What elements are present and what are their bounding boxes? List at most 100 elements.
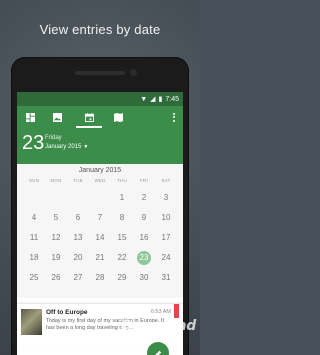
calendar-day-label: 30 xyxy=(139,273,149,282)
calendar-day[interactable]: 18 xyxy=(23,248,45,268)
calendar-day-label: 23 xyxy=(137,251,151,265)
dropdown-caret-icon: ▼ xyxy=(83,144,89,150)
calendar-day[interactable]: 23 xyxy=(133,248,155,268)
entry-title: Off to Europe xyxy=(46,309,88,316)
dashboard-icon xyxy=(25,112,35,122)
calendar-day-label: 14 xyxy=(95,233,105,242)
calendar-day[interactable]: 4 xyxy=(23,208,45,228)
status-time: 7:45 xyxy=(165,95,179,103)
selected-weekday: Friday xyxy=(45,135,62,141)
entry-time: 6:53 AM xyxy=(150,309,171,315)
calendar-day-label: 13 xyxy=(73,233,83,242)
map-icon xyxy=(113,112,123,122)
calendar-month-title: January 2015 xyxy=(78,167,122,174)
calendar-day-label: 10 xyxy=(161,213,171,222)
calendar-day-label: 24 xyxy=(161,253,171,262)
month-year-label: January 2015 xyxy=(45,144,82,150)
calendar-day[interactable]: 28 xyxy=(89,268,111,288)
calendar-day[interactable]: 21 xyxy=(89,248,111,268)
calendar-day[interactable]: 16 xyxy=(133,228,155,248)
calendar-day[interactable]: 17 xyxy=(155,228,177,248)
calendar-day-label: 22 xyxy=(117,253,127,262)
calendar-day[interactable]: 15 xyxy=(111,228,133,248)
calendar-day[interactable]: 14 xyxy=(89,228,111,248)
calendar-day[interactable]: 9 xyxy=(133,208,155,228)
calendar-day-label: 21 xyxy=(95,253,105,262)
phone-speaker xyxy=(75,71,125,75)
app-screen: ▼ ◢ ▮ 7:45 23 Friday January 2015 ▼ Janu… xyxy=(17,92,183,355)
calendar-day[interactable]: 7 xyxy=(89,208,111,228)
calendar-day-label: 7 xyxy=(97,213,103,222)
weekday-label: SAT xyxy=(161,178,171,183)
calendar-day[interactable]: 31 xyxy=(155,268,177,288)
tab-map[interactable] xyxy=(111,110,125,124)
calendar-day[interactable]: 19 xyxy=(45,248,67,268)
calendar-day[interactable]: 12 xyxy=(45,228,67,248)
calendar-empty-cell xyxy=(67,188,89,208)
weekday-header: SUN MON TUE WED THU FRI SAT xyxy=(23,178,177,183)
month-selector[interactable]: January 2015 ▼ xyxy=(45,144,88,150)
calendar-day-label: 5 xyxy=(53,213,59,222)
calendar-day[interactable]: 5 xyxy=(45,208,67,228)
calendar-empty-cell xyxy=(89,188,111,208)
calendar-day[interactable]: 8 xyxy=(111,208,133,228)
bookmark-flag-icon xyxy=(174,304,179,318)
calendar-day[interactable]: 25 xyxy=(23,268,45,288)
tab-calendar[interactable] xyxy=(82,110,96,124)
active-tab-indicator xyxy=(76,126,102,128)
calendar-day-label: 11 xyxy=(29,233,39,242)
calendar-day[interactable]: 2 xyxy=(133,188,155,208)
calendar-day-label: 1 xyxy=(119,193,125,202)
status-bar: ▼ ◢ ▮ 7:45 xyxy=(17,92,183,106)
calendar-day-label: 16 xyxy=(139,233,149,242)
calendar-week-row: 18 19 20 21 22 23 24 xyxy=(23,248,177,268)
calendar-day-label: 8 xyxy=(119,213,125,222)
weekday-label: THU xyxy=(117,178,127,183)
calendar-day-label: 25 xyxy=(29,273,39,282)
calendar-day-label: 20 xyxy=(73,253,83,262)
view-tabs xyxy=(17,106,183,128)
calendar-week-row: 1 2 3 xyxy=(23,188,177,208)
headline: View entries by date xyxy=(39,22,161,37)
weekday-label: FRI xyxy=(140,178,148,183)
calendar-day-label: 19 xyxy=(51,253,61,262)
calendar-day[interactable]: 26 xyxy=(45,268,67,288)
calendar-week-row: 4 5 6 7 8 9 10 xyxy=(23,208,177,228)
calendar-day-label: 26 xyxy=(51,273,61,282)
weekday-label: WED xyxy=(94,178,106,183)
calendar-day-label: 2 xyxy=(141,193,147,202)
overflow-menu-icon[interactable] xyxy=(171,110,177,124)
calendar-day-label: 29 xyxy=(117,273,127,282)
weekday-label: SUN xyxy=(28,178,40,183)
watermark-logo: Download xyxy=(120,318,196,334)
weekday-label: TUE xyxy=(73,178,83,183)
calendar-day[interactable]: 30 xyxy=(133,268,155,288)
calendar-day[interactable]: 3 xyxy=(155,188,177,208)
calendar-day[interactable]: 20 xyxy=(67,248,89,268)
calendar-day[interactable]: 13 xyxy=(67,228,89,248)
phone-camera xyxy=(130,69,137,76)
calendar-day[interactable]: 1 xyxy=(111,188,133,208)
calendar-week-row: 11 12 13 14 15 16 17 xyxy=(23,228,177,248)
calendar-day-label: 3 xyxy=(163,193,169,202)
toolbar: 23 Friday January 2015 ▼ xyxy=(17,106,183,164)
calendar-grid: 1 2 3 4 5 6 7 8 9 10 11 12 13 14 15 16 17 18 19 20 21 22 23 24 2… xyxy=(23,188,177,288)
calendar-day[interactable]: 29 xyxy=(111,268,133,288)
calendar-empty-cell xyxy=(23,188,45,208)
calendar-day[interactable]: 10 xyxy=(155,208,177,228)
calendar-day-label: 27 xyxy=(73,273,83,282)
signal-icon: ◢ xyxy=(150,95,156,103)
calendar-day[interactable]: 27 xyxy=(67,268,89,288)
calendar-day[interactable]: 6 xyxy=(67,208,89,228)
calendar-day-label: 9 xyxy=(141,213,147,222)
tab-timeline[interactable] xyxy=(23,110,37,124)
calendar-day[interactable]: 24 xyxy=(155,248,177,268)
calendar-day-label: 4 xyxy=(31,213,37,222)
battery-icon: ▮ xyxy=(158,95,163,103)
photo-icon xyxy=(52,112,62,122)
calendar-day-label: 15 xyxy=(117,233,127,242)
tab-photos[interactable] xyxy=(50,110,64,124)
calendar-day-label: 18 xyxy=(29,253,39,262)
calendar-day[interactable]: 11 xyxy=(23,228,45,248)
calendar-day[interactable]: 22 xyxy=(111,248,133,268)
